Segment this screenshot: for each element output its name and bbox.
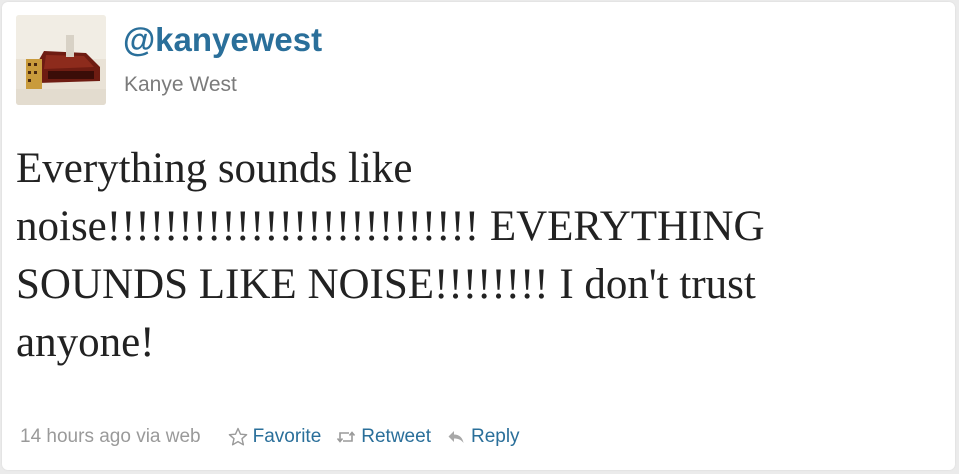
favorite-button[interactable]: Favorite [227, 426, 322, 448]
tweet-text-line: noise!!!!!!!!!!!!!!!!!!!!!!!!!! EVERYTHI… [16, 203, 765, 250]
avatar-image [16, 15, 106, 105]
avatar[interactable] [16, 15, 106, 105]
favorite-label: Favorite [252, 426, 322, 447]
reply-button[interactable]: Reply [445, 426, 520, 448]
retweet-label: Retweet [361, 426, 431, 447]
retweet-button[interactable]: Retweet [335, 426, 431, 448]
user-display-name[interactable]: Kanye West [124, 72, 237, 98]
reply-label: Reply [470, 426, 520, 447]
tweet-meta: 14 hours ago via web Favorite Retweet Re… [20, 423, 534, 451]
tweet-timestamp[interactable]: 14 hours ago via web [20, 426, 201, 448]
tweet-text-line: anyone! [16, 319, 155, 366]
tweet-text: Everything sounds like noise!!!!!!!!!!!!… [16, 140, 946, 372]
reply-icon [445, 426, 467, 448]
tweet-text-line: Everything sounds like [16, 145, 413, 192]
retweet-icon [335, 426, 357, 448]
tweet-card: @kanyewest Kanye West Everything sounds … [2, 2, 955, 470]
star-icon [227, 426, 249, 448]
user-handle[interactable]: @kanyewest [123, 20, 322, 60]
tweet-text-line: SOUNDS LIKE NOISE!!!!!!!! I don't trust [16, 261, 756, 308]
